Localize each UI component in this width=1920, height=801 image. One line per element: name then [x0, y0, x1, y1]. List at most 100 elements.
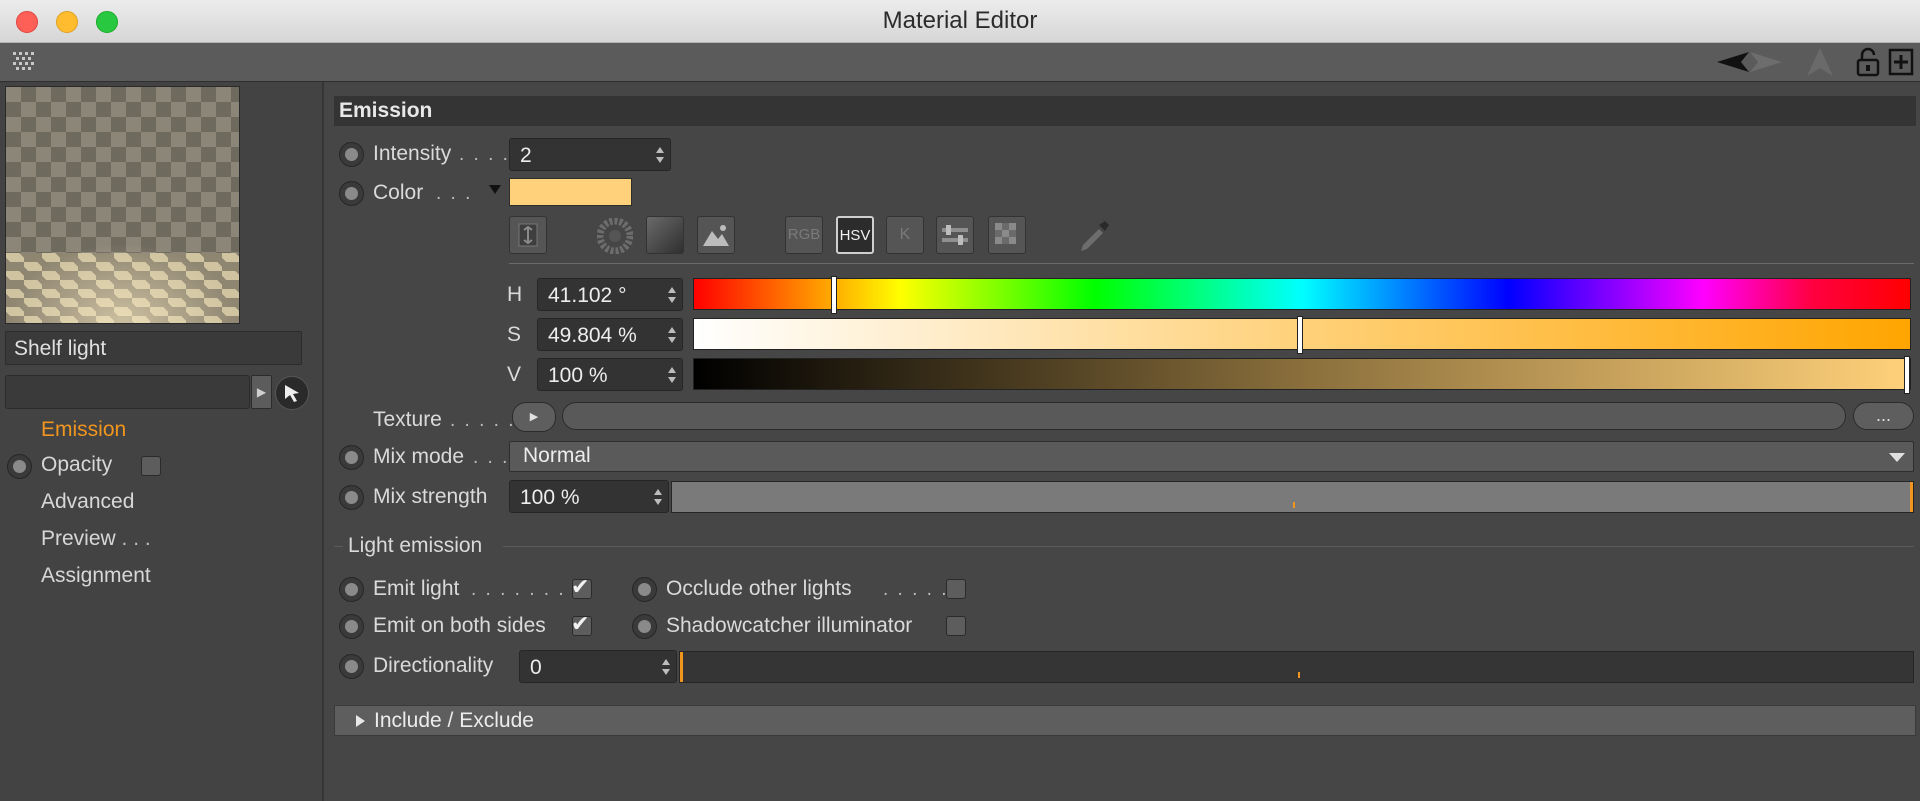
hsv-icon[interactable]: HSV: [836, 216, 874, 254]
emission-section-header: Emission: [334, 96, 1916, 126]
pick-cursor-icon[interactable]: [275, 376, 309, 410]
hue-slider[interactable]: [693, 276, 1911, 314]
mix-strength-spinner-icon[interactable]: [654, 489, 663, 505]
texture-label: Texture: [373, 408, 442, 431]
intensity-label: Intensity: [373, 142, 452, 165]
occlude-lights-radio[interactable]: [632, 577, 657, 602]
intensity-radio[interactable]: [339, 142, 364, 167]
up-icon[interactable]: [1805, 46, 1835, 78]
value-spinner-icon[interactable]: [668, 367, 677, 383]
nav-emission[interactable]: Emission: [41, 418, 126, 442]
nav-opacity-radio[interactable]: [7, 454, 32, 479]
mix-strength-radio[interactable]: [339, 485, 364, 510]
swatches-icon[interactable]: [988, 216, 1026, 254]
directionality-slider-handle[interactable]: [680, 652, 683, 682]
mix-strength-label: Mix strength: [373, 485, 488, 508]
saturation-slider-handle[interactable]: [1297, 316, 1303, 354]
directionality-spinner-icon[interactable]: [662, 659, 671, 675]
toolbar: [0, 43, 1920, 82]
channel-path-field[interactable]: [5, 375, 250, 409]
lock-icon[interactable]: [1855, 47, 1881, 77]
hue-spinner-icon[interactable]: [668, 287, 677, 303]
saturation-label: S: [507, 323, 522, 346]
swatches-glyph: [995, 223, 1016, 244]
mix-mode-dots: . . .: [473, 447, 510, 468]
nav-advanced[interactable]: Advanced: [41, 490, 134, 514]
light-emission-group-label: Light emission: [348, 534, 483, 557]
mix-strength-slider[interactable]: [671, 481, 1914, 513]
hue-slider-handle[interactable]: [831, 276, 837, 314]
eyedropper-icon[interactable]: [1075, 217, 1113, 255]
material-editor-window: Material Editor Shelf light ▶ Emission O…: [0, 0, 1920, 801]
directionality-label: Directionality: [373, 654, 494, 677]
new-panel-icon[interactable]: [1888, 48, 1914, 76]
emit-light-radio[interactable]: [339, 577, 364, 602]
nav-opacity[interactable]: Opacity: [41, 453, 112, 477]
emit-both-sides-radio[interactable]: [339, 614, 364, 639]
shadowcatcher-checkbox[interactable]: [946, 616, 966, 636]
hue-value: 41.102 °: [548, 284, 627, 307]
chevron-down-icon: [1889, 453, 1905, 462]
expand-triangle-icon: [356, 715, 365, 727]
directionality-slider[interactable]: [679, 651, 1914, 683]
nav-assignment[interactable]: Assignment: [41, 564, 151, 588]
value-slider-handle[interactable]: [1904, 356, 1910, 394]
window-title: Material Editor: [882, 7, 1038, 34]
rgb-icon[interactable]: RGB: [785, 216, 823, 254]
color-radio[interactable]: [339, 181, 364, 206]
hue-input[interactable]: 41.102 °: [537, 278, 683, 311]
arrow-left-icon[interactable]: [1715, 48, 1751, 76]
image-glyph: [703, 225, 729, 246]
image-icon[interactable]: [697, 216, 735, 254]
grid-menu-icon[interactable]: [12, 50, 36, 74]
texture-field[interactable]: [562, 402, 1846, 430]
shadowcatcher-label: Shadowcatcher illuminator: [666, 614, 913, 637]
gradient-icon[interactable]: [646, 216, 684, 254]
directionality-center-tick: [1298, 672, 1300, 678]
kelvin-icon[interactable]: K: [886, 216, 924, 254]
arrow-right-icon[interactable]: [1748, 48, 1784, 76]
cursor-arrow-icon: [285, 385, 299, 402]
nav-opacity-checkbox[interactable]: [141, 456, 161, 476]
texture-menu-button[interactable]: ▶: [512, 402, 556, 432]
value-label: V: [507, 363, 522, 386]
color-wheel-icon[interactable]: [597, 218, 633, 254]
material-preview[interactable]: [5, 86, 240, 324]
emit-light-dots: . . . . . . . .: [471, 579, 581, 600]
saturation-spinner-icon[interactable]: [668, 327, 677, 343]
occlude-lights-label: Occlude other lights: [666, 577, 852, 600]
left-panel: Shelf light ▶ Emission Opacity Advanced …: [0, 82, 324, 801]
intensity-spinner-icon[interactable]: [656, 147, 665, 163]
saturation-slider[interactable]: [693, 316, 1911, 354]
value-input[interactable]: 100 %: [537, 358, 683, 391]
include-exclude-group[interactable]: Include / Exclude: [334, 705, 1916, 736]
mixer-icon[interactable]: [936, 216, 974, 254]
occlude-lights-checkbox[interactable]: [946, 579, 966, 599]
saturation-input[interactable]: 49.804 %: [537, 318, 683, 351]
emit-light-label: Emit light: [373, 577, 460, 600]
mixer-glyph: [942, 225, 968, 245]
occlude-lights-dots: . . . . .: [883, 579, 949, 600]
mix-strength-input[interactable]: 100 %: [509, 480, 669, 513]
nav-preview[interactable]: Preview . . .: [41, 527, 151, 551]
nav-preview-dots: . . .: [115, 527, 151, 550]
intensity-dots: . . . .: [459, 144, 510, 165]
value-slider[interactable]: [693, 356, 1911, 394]
mix-mode-select[interactable]: Normal: [509, 441, 1914, 472]
spectrum-icon[interactable]: [509, 216, 547, 254]
texture-more-button[interactable]: ...: [1853, 402, 1914, 430]
directionality-radio[interactable]: [339, 654, 364, 679]
directionality-value: 0: [530, 656, 542, 679]
mix-strength-slider-handle[interactable]: [1910, 482, 1913, 512]
color-dots: . . .: [436, 183, 473, 204]
shadowcatcher-radio[interactable]: [632, 614, 657, 639]
color-swatch[interactable]: [509, 178, 632, 206]
directionality-input[interactable]: 0: [519, 650, 677, 683]
saturation-value: 49.804 %: [548, 324, 637, 347]
material-name-field[interactable]: Shelf light: [5, 331, 302, 365]
color-dropdown-icon[interactable]: [489, 185, 501, 195]
mix-mode-label: Mix mode: [373, 445, 465, 468]
mix-mode-radio[interactable]: [339, 445, 364, 470]
intensity-input[interactable]: 2: [509, 138, 671, 171]
channel-path-button[interactable]: ▶: [251, 375, 272, 409]
